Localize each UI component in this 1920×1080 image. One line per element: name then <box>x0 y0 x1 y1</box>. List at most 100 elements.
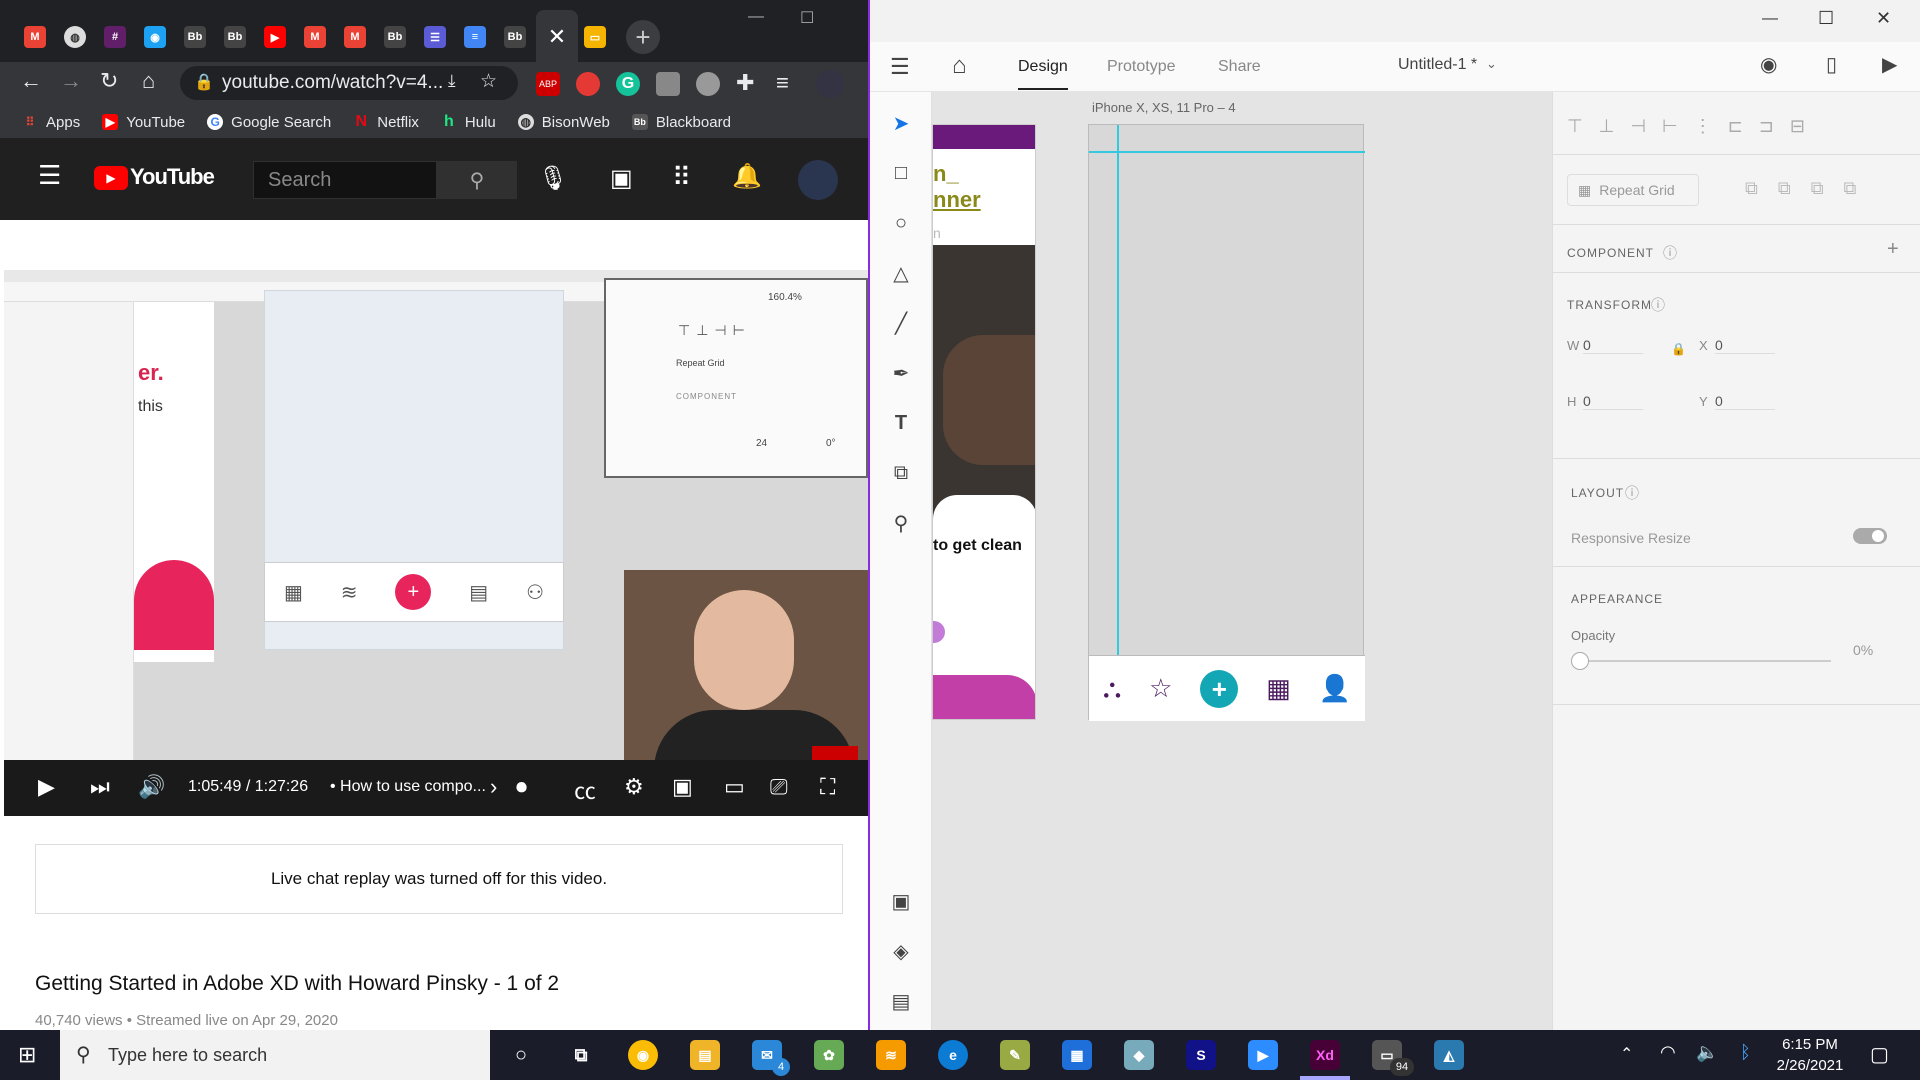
star-icon[interactable]: ☆ <box>1149 673 1172 704</box>
play-preview-icon[interactable]: ▶ <box>1882 52 1897 77</box>
info-icon[interactable]: ⓘ <box>1663 243 1677 263</box>
zoom-tool-icon[interactable]: ⚲ <box>888 510 914 536</box>
text-tool-icon[interactable]: T <box>888 410 914 436</box>
tab-tasks[interactable]: ☰ <box>418 10 452 64</box>
tab-youtube[interactable]: ▶ <box>258 10 292 64</box>
tab-share[interactable]: Share <box>1218 58 1261 76</box>
tab-app[interactable]: ◉ <box>138 10 172 64</box>
search-button[interactable]: ⚲ <box>437 161 517 199</box>
boolean-icons[interactable]: ⧉⧉⧉⧉ <box>1745 178 1876 199</box>
avatar[interactable] <box>798 160 838 200</box>
rectangle-tool-icon[interactable]: □ <box>888 160 914 186</box>
bottom-navbar[interactable]: ⛬ ☆ + ▦ 👤 <box>1089 655 1365 721</box>
youtube-logo-icon[interactable]: ▶ <box>94 166 128 190</box>
add-user-icon[interactable]: 👤 <box>1319 673 1351 704</box>
bookmark-bisonweb[interactable]: ◍ BisonWeb <box>517 114 610 131</box>
align-icons[interactable]: ⊤⊥⊣⊢⋮⊏⊐⊟ <box>1567 116 1821 137</box>
artboard-label[interactable]: iPhone X, XS, 11 Pro – 4 <box>1092 100 1236 115</box>
tab-blackboard-4[interactable]: Bb <box>498 10 532 64</box>
width-input[interactable]: 0 <box>1583 337 1643 354</box>
miniplayer-icon[interactable]: ▣ <box>672 774 693 800</box>
edge-icon[interactable]: e <box>938 1040 968 1070</box>
info-icon[interactable]: ⓘ <box>1651 295 1665 315</box>
volume-icon[interactable]: 🔈 <box>1696 1042 1718 1063</box>
add-icon[interactable]: + <box>1200 669 1239 708</box>
puzzle-icon[interactable]: ✚ <box>736 70 754 96</box>
new-tab-button[interactable]: + <box>626 20 660 54</box>
menu-icon[interactable]: ☰ <box>38 160 61 191</box>
tab-blackboard-3[interactable]: Bb <box>378 10 412 64</box>
calendar-icon[interactable]: ▦ <box>1266 673 1291 704</box>
tab-design[interactable]: Design <box>1018 58 1068 90</box>
chrome-icon[interactable]: ◉ <box>628 1040 658 1070</box>
line-tool-icon[interactable]: ╱ <box>888 310 914 336</box>
opacity-slider-track[interactable] <box>1579 660 1831 662</box>
microphone-icon[interactable]: 🎙 <box>538 164 568 193</box>
audible-icon[interactable]: ≋ <box>876 1040 906 1070</box>
hand-icon[interactable] <box>576 72 600 96</box>
height-input[interactable]: 0 <box>1583 393 1643 410</box>
minimize-icon[interactable]: — <box>748 8 764 26</box>
wifi-icon[interactable]: ◠ <box>1660 1042 1676 1063</box>
chevron-down-icon[interactable]: ⌄ <box>1486 56 1497 72</box>
back-icon[interactable]: ← <box>20 68 42 94</box>
lock-icon[interactable]: 🔒 <box>1671 342 1686 356</box>
document-title[interactable]: Untitled-1 * <box>1398 56 1477 74</box>
autoplay-toggle[interactable]: ⏺ <box>516 774 527 800</box>
hamburger-icon[interactable]: ☰ <box>890 54 910 80</box>
sitemap-icon[interactable]: ⛬ <box>1103 673 1121 705</box>
minimize-icon[interactable]: — <box>1762 10 1778 28</box>
plugins-icon[interactable]: ▤ <box>888 988 914 1014</box>
app-icon[interactable]: ✿ <box>814 1040 844 1070</box>
grammarly-icon[interactable]: G <box>616 72 640 96</box>
app-icon-2[interactable]: ◆ <box>1124 1040 1154 1070</box>
polygon-tool-icon[interactable]: △ <box>888 260 914 286</box>
close-icon[interactable]: ✕ <box>1876 8 1891 29</box>
create-video-icon[interactable]: ▣ <box>610 164 633 193</box>
photos-icon[interactable]: ◭ <box>1434 1040 1464 1070</box>
zoom-icon[interactable]: ▶ <box>1248 1040 1278 1070</box>
task-view-icon[interactable]: ⧉ <box>566 1040 596 1070</box>
pen-tool-icon[interactable]: ✒ <box>888 360 914 386</box>
bookmark-google[interactable]: G Google Search <box>207 114 331 131</box>
windows-start-icon[interactable]: ⊞ <box>18 1042 36 1068</box>
tab-blackboard-2[interactable]: Bb <box>218 10 252 64</box>
tab-globe[interactable]: ◍ <box>58 10 92 64</box>
layers-icon[interactable]: ◈ <box>888 938 914 964</box>
bookmark-apps[interactable]: ⠿ Apps <box>22 114 81 131</box>
play-icon[interactable]: ▶ <box>38 774 55 800</box>
volume-icon[interactable]: 🔊 <box>138 774 165 800</box>
captions-icon[interactable]: ㏄ <box>574 774 596 806</box>
notifications-icon[interactable]: 🔔 <box>732 162 762 191</box>
bookmark-hulu[interactable]: h Hulu <box>441 113 496 131</box>
notifications-icon[interactable]: ▢ <box>1870 1042 1889 1067</box>
tab-blackboard-1[interactable]: Bb <box>178 10 212 64</box>
share-user-icon[interactable]: ◉ <box>1760 52 1777 77</box>
app-icon-3[interactable]: S <box>1186 1040 1216 1070</box>
discord-icon[interactable] <box>696 72 720 96</box>
repeat-grid-button[interactable]: ▦ Repeat Grid <box>1567 174 1699 206</box>
clock-date[interactable]: 2/26/2021 <box>1772 1057 1848 1074</box>
chapter-title[interactable]: • How to use compo... <box>330 778 486 796</box>
cast-icon[interactable]: ⎚ <box>770 774 788 800</box>
reload-icon[interactable]: ↻ <box>100 68 118 94</box>
calendar-icon[interactable]: ▦ <box>1062 1040 1092 1070</box>
maximize-icon[interactable]: ☐ <box>800 8 814 28</box>
adobe-xd-icon[interactable]: Xd <box>1310 1040 1340 1070</box>
adblock-icon[interactable]: ABP <box>536 72 560 96</box>
chevron-right-icon[interactable]: › <box>490 774 497 800</box>
tab-slack[interactable]: # <box>98 10 132 64</box>
tab-gmail[interactable]: M <box>18 10 52 64</box>
chevron-up-icon[interactable]: ⌃ <box>1620 1044 1633 1064</box>
info-icon[interactable]: ⓘ <box>1625 483 1639 503</box>
x-input[interactable]: 0 <box>1715 337 1775 354</box>
theater-icon[interactable]: ▭ <box>724 774 745 800</box>
home-icon[interactable]: ⌂ <box>952 52 967 80</box>
mobile-preview-icon[interactable]: ▯ <box>1826 52 1837 77</box>
tab-docs[interactable]: ≡ <box>458 10 492 64</box>
opacity-slider-handle[interactable] <box>1571 652 1589 670</box>
fullscreen-icon[interactable]: ⛶ <box>820 774 835 800</box>
home-icon[interactable]: ⌂ <box>142 68 155 94</box>
search-input[interactable]: Search <box>253 161 437 199</box>
bookmark-youtube[interactable]: ▶ YouTube <box>102 114 185 131</box>
